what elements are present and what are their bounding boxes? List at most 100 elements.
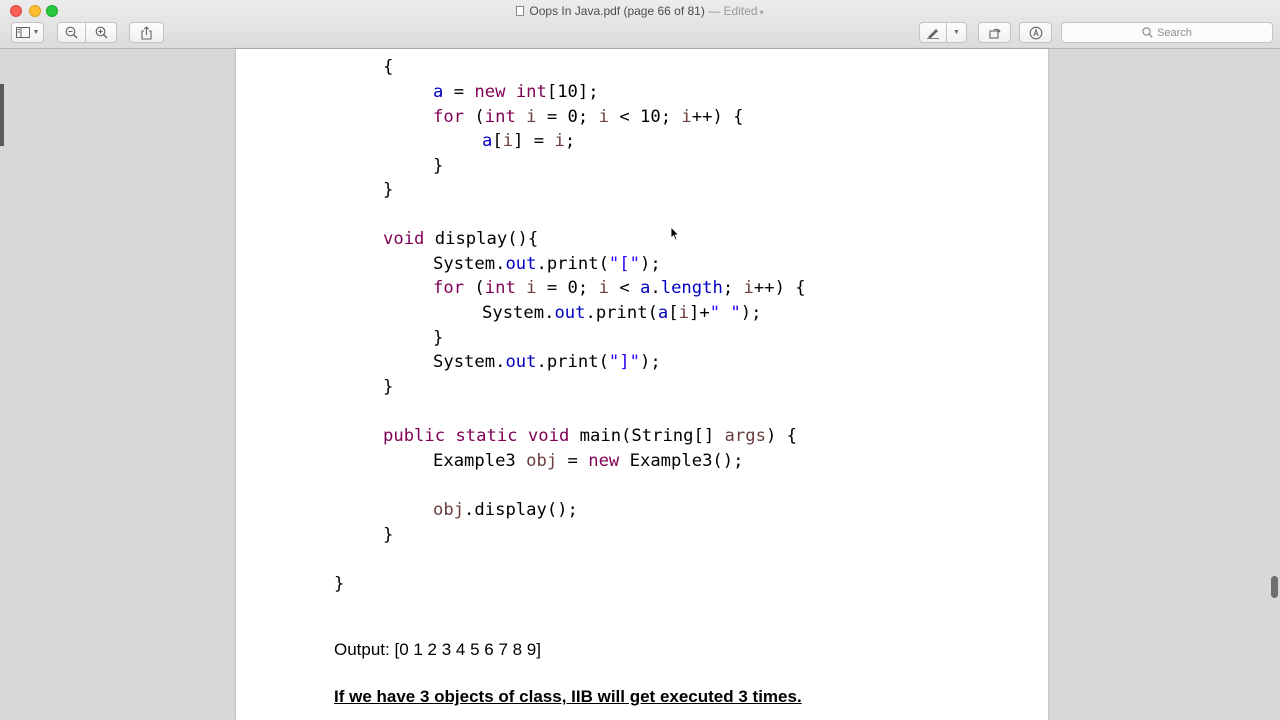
code-token: length [660,278,723,298]
code-token: ( [464,278,485,298]
code-token: } [383,525,394,545]
zoom-in-button[interactable] [86,22,117,43]
code-token: for [433,107,465,127]
code-line: } [383,525,393,545]
share-button[interactable] [129,22,164,43]
code-line: void display(){ [383,229,538,249]
code-line: } [383,180,393,200]
code-token: new [474,82,506,102]
window-title-text: Oops In Java.pdf (page 66 of 81) [529,4,705,18]
pen-markup-icon [927,28,939,39]
code-token: obj [526,451,558,471]
code-token: .print( [536,352,609,372]
code-token: i [502,131,514,151]
code-line: } [433,328,443,348]
document-icon [516,6,525,16]
code-token: i [743,278,754,298]
code-token: ] = [513,131,555,151]
code-token: static [455,426,518,446]
code-token: display(){ [424,229,539,249]
code-token: .print( [536,254,609,274]
code-token: out [505,254,537,274]
code-token: void [527,426,570,446]
title-bar: Oops In Java.pdf (page 66 of 81) — Edite… [0,0,1280,49]
code-token: public [383,426,446,446]
code-token: = [443,82,475,102]
window-title: Oops In Java.pdf (page 66 of 81) — Edite… [0,3,1280,21]
code-token: System. [482,303,555,323]
code-token: int [484,278,516,298]
code-token: out [505,352,537,372]
code-token: ++) { [691,107,744,127]
code-token: a [657,303,669,323]
code-token: } [433,156,444,176]
code-token: } [334,574,345,594]
vertical-scrollbar-thumb[interactable] [1271,576,1278,598]
code-line: for (int i = 0; i < a.length; i++) { [433,278,806,298]
code-token: ]+ [689,303,710,323]
sidebar-icon [15,27,30,38]
code-token: < 10; [608,107,682,127]
code-token: Example3(); [619,451,744,471]
code-line: } [383,377,393,397]
code-token: .print( [585,303,658,323]
annotate-button[interactable] [1019,22,1052,43]
rotate-button[interactable] [978,22,1011,43]
code-token: System. [433,254,506,274]
code-line: System.out.print("["); [433,254,661,274]
code-token: ); [639,254,661,274]
code-token: [10]; [546,82,599,102]
code-token: ( [464,107,485,127]
code-token: } [383,180,394,200]
code-token: "]" [608,352,640,372]
code-line: System.out.print("]"); [433,352,661,372]
code-line: public static void main(String[] args) { [383,426,797,446]
code-token: a [433,82,444,102]
search-input[interactable]: Search [1061,22,1273,43]
code-token: i [554,131,565,151]
chevron-down-icon: ▼ [953,29,960,36]
markup-options-button[interactable]: ▼ [947,22,967,43]
code-token: .display(); [464,500,578,520]
code-token: } [383,377,394,397]
sidebar-view-button[interactable]: ▼ [11,22,44,43]
markup-pen-button[interactable] [919,22,947,43]
code-token: ++) { [753,278,806,298]
code-token: int [515,82,547,102]
code-token: out [554,303,586,323]
code-token: { [383,57,394,77]
code-token: = 0; [536,278,599,298]
zoom-out-button[interactable] [57,22,86,43]
code-token: i [598,107,609,127]
mouse-cursor-icon [670,226,680,241]
code-line: System.out.print(a[i]+" "); [482,303,761,323]
annotate-icon [1029,26,1042,39]
rotate-icon [988,28,1001,39]
code-token: "[" [608,254,640,274]
code-token: i [598,278,609,298]
code-token: Example3 [433,451,527,471]
note-text: If we have 3 objects of class, IIB will … [334,687,802,706]
code-token: obj [433,500,465,520]
zoom-in-icon [95,26,107,39]
code-token: ); [639,352,661,372]
code-token: int [484,107,516,127]
edited-status[interactable]: — Edited [708,4,757,18]
code-token: i [526,278,537,298]
pdf-page: { a = new int[10]; for (int i = 0; i < 1… [236,49,1048,720]
code-token: ) { [765,426,797,446]
code-token: = 0; [536,107,599,127]
code-line: a = new int[10]; [433,82,599,102]
chevron-down-icon[interactable]: ▾ [760,8,764,17]
code-line: } [433,156,443,176]
output-text: Output: [0 1 2 3 4 5 6 7 8 9] [334,640,541,659]
code-line: obj.display(); [433,500,578,520]
search-icon [1142,27,1153,38]
code-line: a[i] = i; [482,131,575,151]
code-token: for [433,278,465,298]
